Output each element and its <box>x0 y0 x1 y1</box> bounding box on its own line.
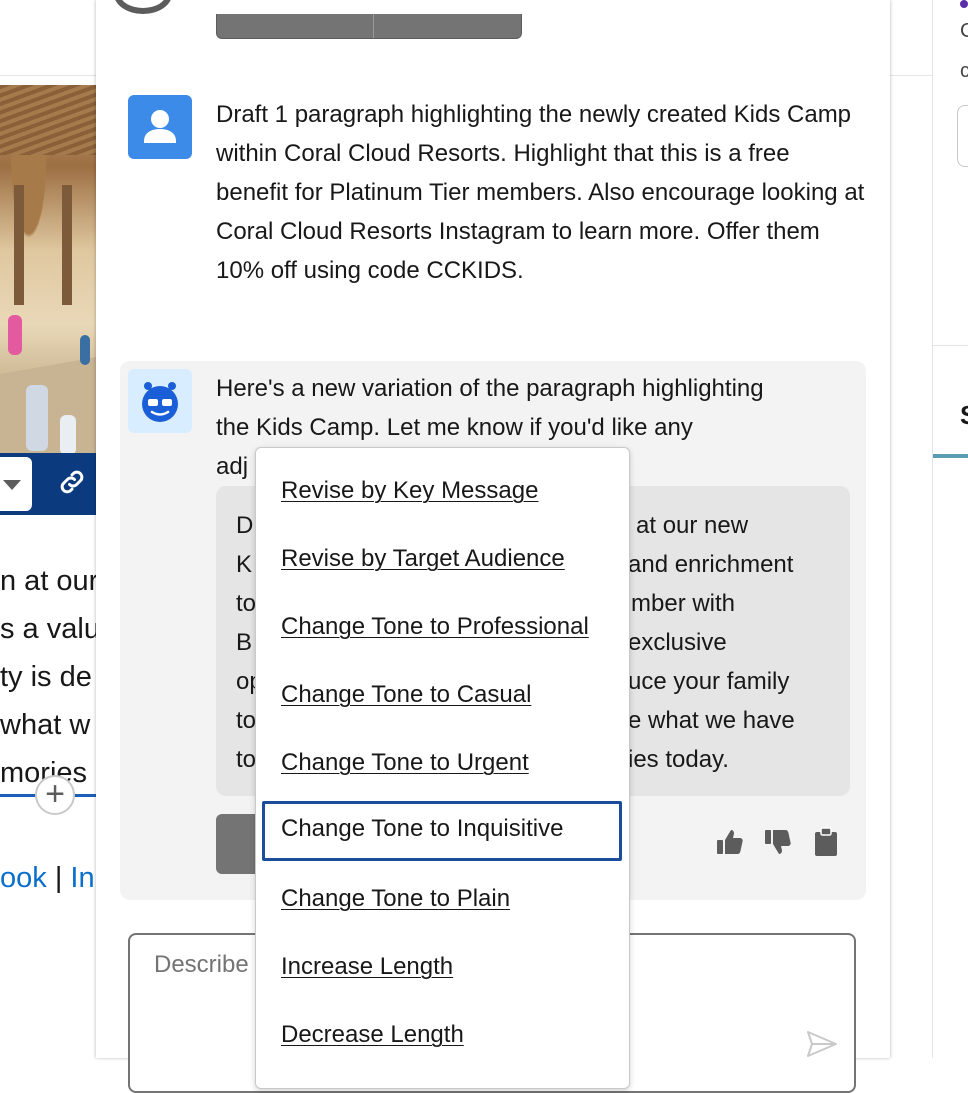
user-avatar-icon <box>128 95 192 159</box>
image-pillar <box>62 185 72 305</box>
facebook-link[interactable]: ook <box>0 862 47 894</box>
ai-intro-line: Here's a new variation of the paragraph … <box>216 375 764 402</box>
add-block-button[interactable]: + <box>35 775 75 815</box>
user-message: Draft 1 paragraph highlighting the newly… <box>216 101 865 284</box>
editor-text-line: what w <box>0 709 91 741</box>
link-icon[interactable] <box>54 467 90 501</box>
right-text: c <box>960 60 968 82</box>
header-avatar-icon <box>114 0 172 14</box>
image-roof <box>0 85 96 155</box>
menu-item-decrease-length[interactable]: Decrease Length <box>262 1007 622 1063</box>
revise-dropdown-menu: Revise by Key Message Revise by Target A… <box>255 447 630 1089</box>
status-dot <box>960 0 968 8</box>
clipboard-icon[interactable] <box>810 826 842 858</box>
image-figure <box>8 315 22 355</box>
thumbs-down-icon[interactable] <box>762 826 794 858</box>
image-pillar <box>14 185 24 305</box>
instagram-link[interactable]: In <box>70 862 94 894</box>
image-toolbar <box>0 453 96 515</box>
menu-item-tone-urgent[interactable]: Change Tone to Urgent <box>262 735 622 791</box>
button-separator <box>373 14 374 38</box>
menu-item-tone-inquisitive[interactable]: Change Tone to Inquisitive <box>262 801 622 861</box>
editor-text-line: s a valu <box>0 613 100 645</box>
right-field[interactable] <box>957 105 968 167</box>
thumbs-up-icon[interactable] <box>714 826 746 858</box>
menu-item-tone-professional[interactable]: Change Tone to Professional <box>262 599 622 655</box>
menu-item-revise-target-audience[interactable]: Revise by Target Audience <box>262 531 622 587</box>
menu-item-revise-key-message[interactable]: Revise by Key Message <box>262 463 622 519</box>
menu-item-increase-length[interactable]: Increase Length <box>262 939 622 995</box>
image-figure <box>80 335 90 365</box>
image-figure <box>26 385 48 451</box>
header-button-group[interactable] <box>216 14 522 39</box>
social-links: ook | In <box>0 862 95 895</box>
link-separator: | <box>46 862 71 894</box>
menu-item-tone-plain[interactable]: Change Tone to Plain <box>262 871 622 927</box>
dropdown-chevron-icon[interactable] <box>0 457 32 511</box>
prompt-placeholder: Describe <box>154 951 249 978</box>
feedback-actions <box>714 826 842 858</box>
menu-item-tone-casual[interactable]: Change Tone to Casual <box>262 667 622 723</box>
tab-indicator <box>933 454 968 458</box>
divider <box>932 0 933 1058</box>
right-text: C <box>960 20 968 42</box>
send-icon[interactable] <box>806 1030 838 1058</box>
editor-text-line: ty is de <box>0 661 92 693</box>
divider <box>933 345 968 346</box>
right-tab-label[interactable]: S <box>960 400 968 431</box>
editor-text-line: n at our <box>0 565 99 597</box>
ai-intro-line: the Kids Camp. Let me know if you'd like… <box>216 414 693 441</box>
resort-image <box>0 85 96 455</box>
image-figure <box>60 415 76 455</box>
divider <box>0 75 96 76</box>
einstein-avatar-icon <box>128 369 192 433</box>
header-area <box>890 0 932 76</box>
right-background: C c S <box>890 0 968 1058</box>
background-editor: n at our s a valu ty is de what w mories… <box>0 0 100 1058</box>
